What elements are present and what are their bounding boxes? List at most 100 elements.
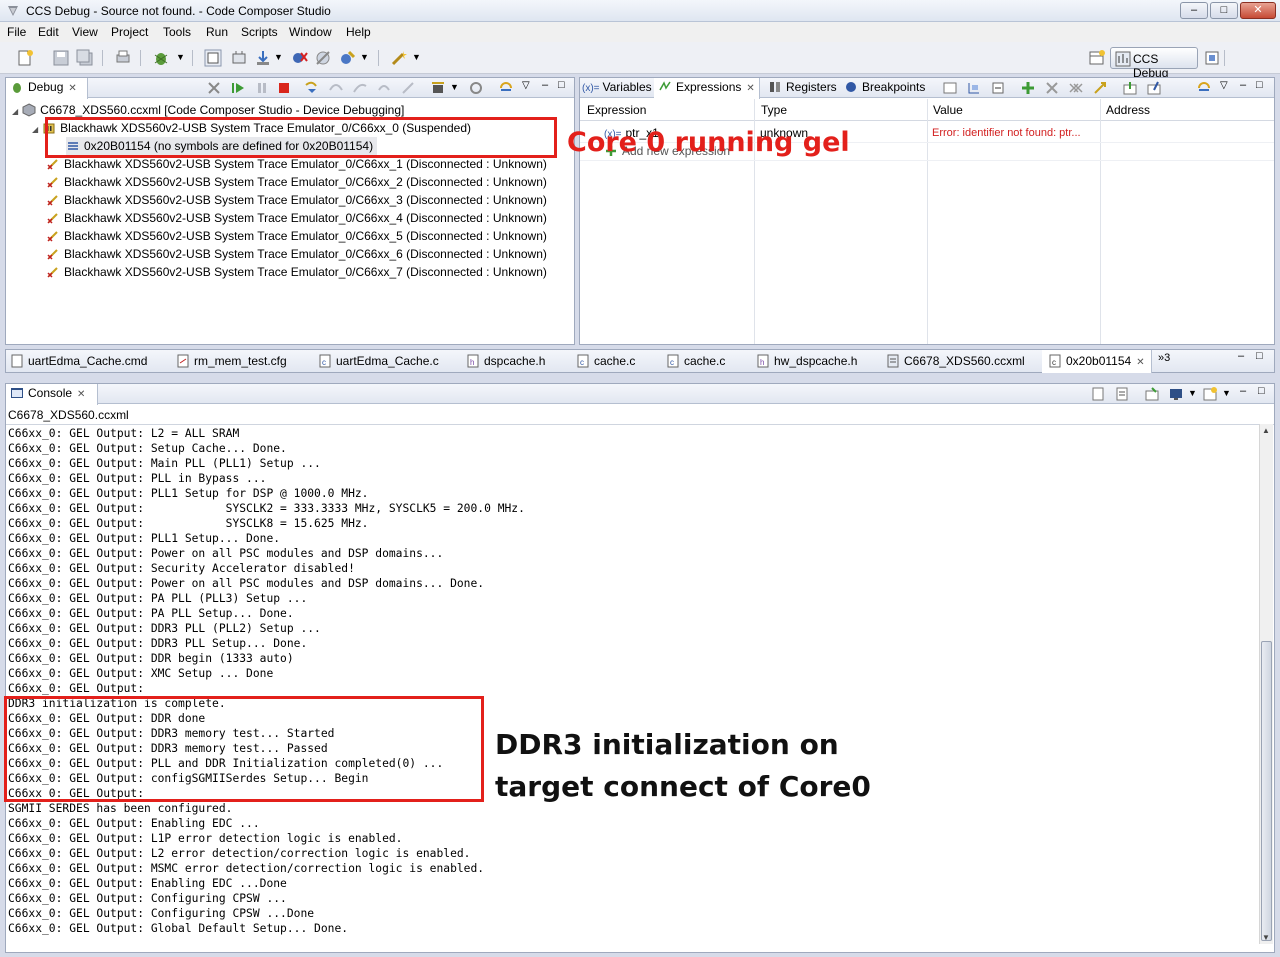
print-icon[interactable] [114,49,132,67]
chevron-down-icon[interactable]: ▼ [1188,388,1197,398]
tree-core-7[interactable]: Blackhawk XDS560v2-USB System Trace Emul… [46,263,547,281]
collapse-all-icon[interactable] [990,80,1006,96]
minimize-view-icon[interactable]: – [542,79,548,91]
toggle-view-icon[interactable] [204,49,222,67]
minimize-view-icon[interactable]: – [1238,350,1244,362]
menu-window[interactable]: Window [289,25,332,39]
console-scrollbar[interactable]: ▲ ▼ [1259,424,1273,944]
chevron-down-icon[interactable]: ▼ [450,82,459,92]
editor-tab[interactable]: c cache.c [666,352,725,372]
clear-console-icon[interactable] [1090,386,1106,402]
tree-core-2[interactable]: Blackhawk XDS560v2-USB System Trace Emul… [46,173,547,191]
open-console-icon[interactable] [1202,386,1218,402]
chevron-down-icon[interactable]: ▼ [274,52,283,62]
pin-console-icon[interactable] [1144,386,1160,402]
tab-variables[interactable]: (x)= Variables [582,78,652,98]
import-icon[interactable] [1122,80,1138,96]
scroll-up-arrow[interactable]: ▲ [1262,426,1270,435]
export-icon[interactable] [1146,80,1162,96]
chevron-down-icon[interactable]: ▼ [176,52,185,62]
collapse-triangle-icon[interactable]: ◢ [12,107,18,116]
link-view-icon[interactable] [498,80,514,96]
external-tools-icon[interactable] [338,49,356,67]
minimize-view-icon[interactable]: – [1240,79,1246,91]
remove-icon[interactable] [1044,80,1060,96]
maximize-button[interactable]: □ [1210,2,1238,19]
step-over-icon[interactable] [328,80,344,96]
menu-project[interactable]: Project [111,25,148,39]
tab-breakpoints[interactable]: Breakpoints [844,78,925,98]
load-program-icon[interactable] [254,49,272,67]
editor-tab[interactable]: c uartEdma_Cache.c [318,352,439,372]
menu-edit[interactable]: Edit [38,25,59,39]
chevron-down-icon[interactable]: ▼ [412,52,421,62]
view-menu-icon[interactable]: ▽ [1220,80,1228,91]
column-value[interactable]: Value [933,103,963,117]
add-expression-icon[interactable] [1020,80,1036,96]
resume-icon[interactable] [230,80,246,96]
step-return-icon[interactable] [352,80,368,96]
remove-terminated-icon[interactable] [206,80,222,96]
other-perspective-icon[interactable] [1204,49,1222,67]
editor-tab[interactable]: C6678_XDS560.ccxml [886,352,1025,372]
chevron-down-icon[interactable]: ▼ [360,52,369,62]
view-menu-icon[interactable]: ▽ [522,80,530,91]
column-expression[interactable]: Expression [587,103,646,117]
tab-debug[interactable]: Debug ✕ [6,78,88,99]
show-type-names-icon[interactable] [942,80,958,96]
perspective-ccs-debug[interactable]: CCS Debug [1110,47,1198,80]
menu-file[interactable]: File [7,25,26,39]
reset-icon[interactable] [400,80,416,96]
close-icon[interactable]: ✕ [746,79,754,98]
suspend-icon[interactable] [254,80,270,96]
maximize-view-icon[interactable]: □ [1256,350,1263,362]
show-logical-icon[interactable] [966,80,982,96]
save-icon[interactable] [52,49,70,67]
scrollbar-thumb[interactable] [1261,641,1272,941]
close-icon[interactable]: ✕ [1136,353,1144,372]
display-console-icon[interactable] [1168,386,1184,402]
scroll-down-arrow[interactable]: ▼ [1262,933,1270,942]
scroll-lock-icon[interactable] [1114,386,1130,402]
tab-expressions[interactable]: Expressions ✕ [654,78,760,99]
collapse-triangle-icon[interactable]: ◢ [32,125,38,134]
editor-tab[interactable]: h dspcache.h [466,352,545,372]
tab-console[interactable]: Console ✕ [6,384,98,405]
new-icon[interactable] [16,49,34,67]
save-all-icon[interactable] [76,49,94,67]
menu-tools[interactable]: Tools [163,25,191,39]
menu-run[interactable]: Run [206,25,228,39]
close-icon[interactable]: ✕ [77,385,85,404]
restart-icon[interactable] [468,80,484,96]
tree-core-4[interactable]: Blackhawk XDS560v2-USB System Trace Emul… [46,209,547,227]
close-button[interactable]: ✕ [1240,2,1276,19]
menu-view[interactable]: View [72,25,98,39]
maximize-view-icon[interactable]: □ [558,79,565,91]
debug-bug-icon[interactable] [152,49,170,67]
link-view-icon[interactable] [1196,80,1212,96]
menu-help[interactable]: Help [346,25,371,39]
wand-icon[interactable] [390,49,408,67]
editor-tab[interactable]: uartEdma_Cache.cmd [10,352,147,372]
column-type[interactable]: Type [761,103,787,117]
maximize-view-icon[interactable]: □ [1256,79,1263,91]
assembly-step-icon[interactable] [376,80,392,96]
editor-tab-active[interactable]: c 0x20b01154 ✕ [1042,350,1152,373]
remove-breakpoints-icon[interactable] [290,49,308,67]
terminate-icon[interactable] [276,80,292,96]
menu-scripts[interactable]: Scripts [241,25,278,39]
cpu-reset-icon[interactable] [430,80,446,96]
open-perspective-icon[interactable] [1088,49,1106,67]
chevron-down-icon[interactable]: ▼ [1222,388,1231,398]
tree-core-6[interactable]: Blackhawk XDS560v2-USB System Trace Emul… [46,245,547,263]
minimize-button[interactable]: – [1180,2,1208,19]
minimize-view-icon[interactable]: – [1240,385,1246,397]
connect-target-icon[interactable] [230,49,248,67]
step-into-icon[interactable] [304,80,320,96]
tree-core-5[interactable]: Blackhawk XDS560v2-USB System Trace Emul… [46,227,547,245]
editor-tab[interactable]: rm_mem_test.cfg [176,352,287,372]
refresh-icon[interactable] [1092,80,1108,96]
tab-overflow[interactable]: »3 [1158,352,1170,364]
editor-tab[interactable]: c cache.c [576,352,635,372]
column-address[interactable]: Address [1106,103,1150,117]
